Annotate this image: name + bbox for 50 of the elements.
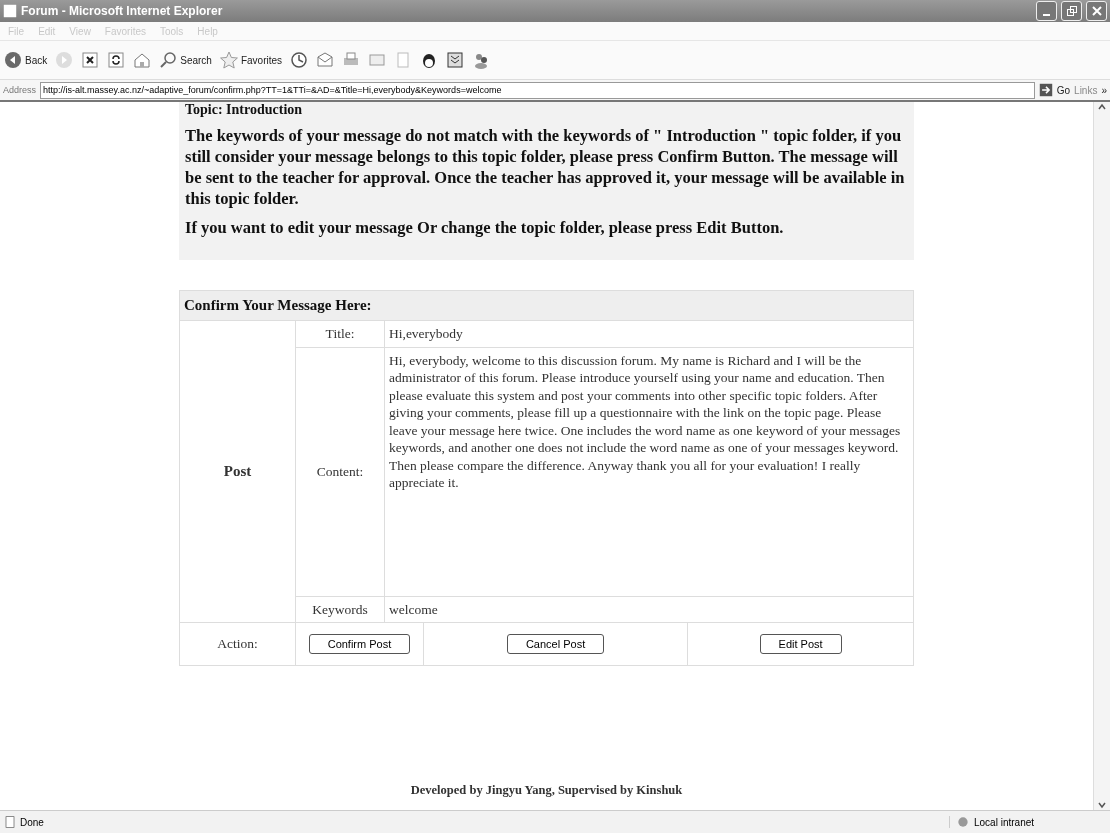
minimize-button[interactable] <box>1036 1 1057 21</box>
mail-icon <box>316 51 335 69</box>
toolbar-button[interactable]: Back <box>4 51 48 69</box>
restore-button[interactable] <box>1061 1 1082 21</box>
scroll-up-icon[interactable] <box>1097 102 1107 112</box>
post-button[interactable]: Cancel Post <box>506 634 605 654</box>
topic-heading: Topic: Introduction <box>185 102 304 117</box>
table-heading: Confirm Your Message Here: <box>179 290 914 321</box>
post-button[interactable]: Confirm Post <box>308 634 411 654</box>
toolbar-button[interactable]: Search <box>159 51 212 69</box>
info-paragraph: If you want to edit your message Or change the topic folder, please press Edit Button. <box>185 217 785 238</box>
footer-text: Developed by Jingyu Yang, Supervised by Kinshuk <box>410 783 683 798</box>
post-button[interactable]: Edit Post <box>759 634 842 654</box>
refresh-icon <box>107 51 126 69</box>
home-icon <box>133 51 152 69</box>
field-label: Keywords <box>295 596 385 623</box>
section-label: Post <box>179 320 296 623</box>
field-value: Hi,everybody <box>384 320 914 347</box>
field-value: welcome <box>384 596 914 623</box>
status-text: Done <box>20 816 44 828</box>
go-button[interactable]: Go <box>1056 84 1071 96</box>
field-label: Content: <box>295 347 385 596</box>
restore-icon <box>1066 6 1077 16</box>
scrollbar[interactable] <box>1093 102 1110 810</box>
field-value: Hi, everybody, welcome to this discussion forum. My name is Richard and I will be the administrator of this forum. Please introduce yourself using your name and education. Then please evaluate this system and post your comments into other specific topic folders. After giving your comments, please fill up a questionnaire with the link on the topic page. Please leave your message here twice. One includes the word name as one keyword of your messages keywords, and another one does not include the word name as one of your messages keyword. Then please compare the difference. Anyway thank you all for your evaluation! I really appreciate it. <box>384 347 914 596</box>
minimize-icon <box>1043 14 1050 16</box>
search-icon <box>159 51 178 69</box>
close-button[interactable] <box>1086 1 1107 21</box>
more-links-button[interactable]: » <box>1101 84 1107 96</box>
star-icon <box>219 51 238 69</box>
field-label: Title: <box>295 320 385 347</box>
action-label: Action: <box>179 622 296 666</box>
scroll-down-icon[interactable] <box>1097 800 1107 810</box>
stop-icon <box>81 51 100 69</box>
address-field[interactable]: http://is-alt.massey.ac.nz/~adaptive_forum/confirm.php?TT=1&TTi=&AD=&Title=Hi,everybody&Keywords=welcome <box>40 81 1035 99</box>
window-title: Forum - Microsoft Internet Explorer <box>21 4 224 18</box>
go-arrow-icon <box>1038 83 1053 97</box>
toolbar-button[interactable]: Favorites <box>219 51 283 69</box>
history-icon <box>290 51 309 69</box>
close-icon <box>1091 6 1102 16</box>
address-label: Address <box>3 85 37 95</box>
toolbar-button[interactable] <box>107 51 126 69</box>
toolbar-button[interactable] <box>446 51 465 69</box>
toolbar-button[interactable] <box>290 51 309 69</box>
archive-icon <box>446 51 465 69</box>
globe-icon <box>956 816 970 828</box>
toolbar-button[interactable] <box>81 51 100 69</box>
zone-text: Local intranet <box>974 816 1035 828</box>
links-button[interactable]: Links <box>1074 84 1098 96</box>
info-paragraph: The keywords of your message do not match with the keywords of " Introduction " topic folder, if you still consider your message belongs to this topic folder, please press Confirm Button. The message will be sent to the teacher for approval. Once the teacher has approved it, your message will be available in this topic folder. <box>185 125 906 209</box>
